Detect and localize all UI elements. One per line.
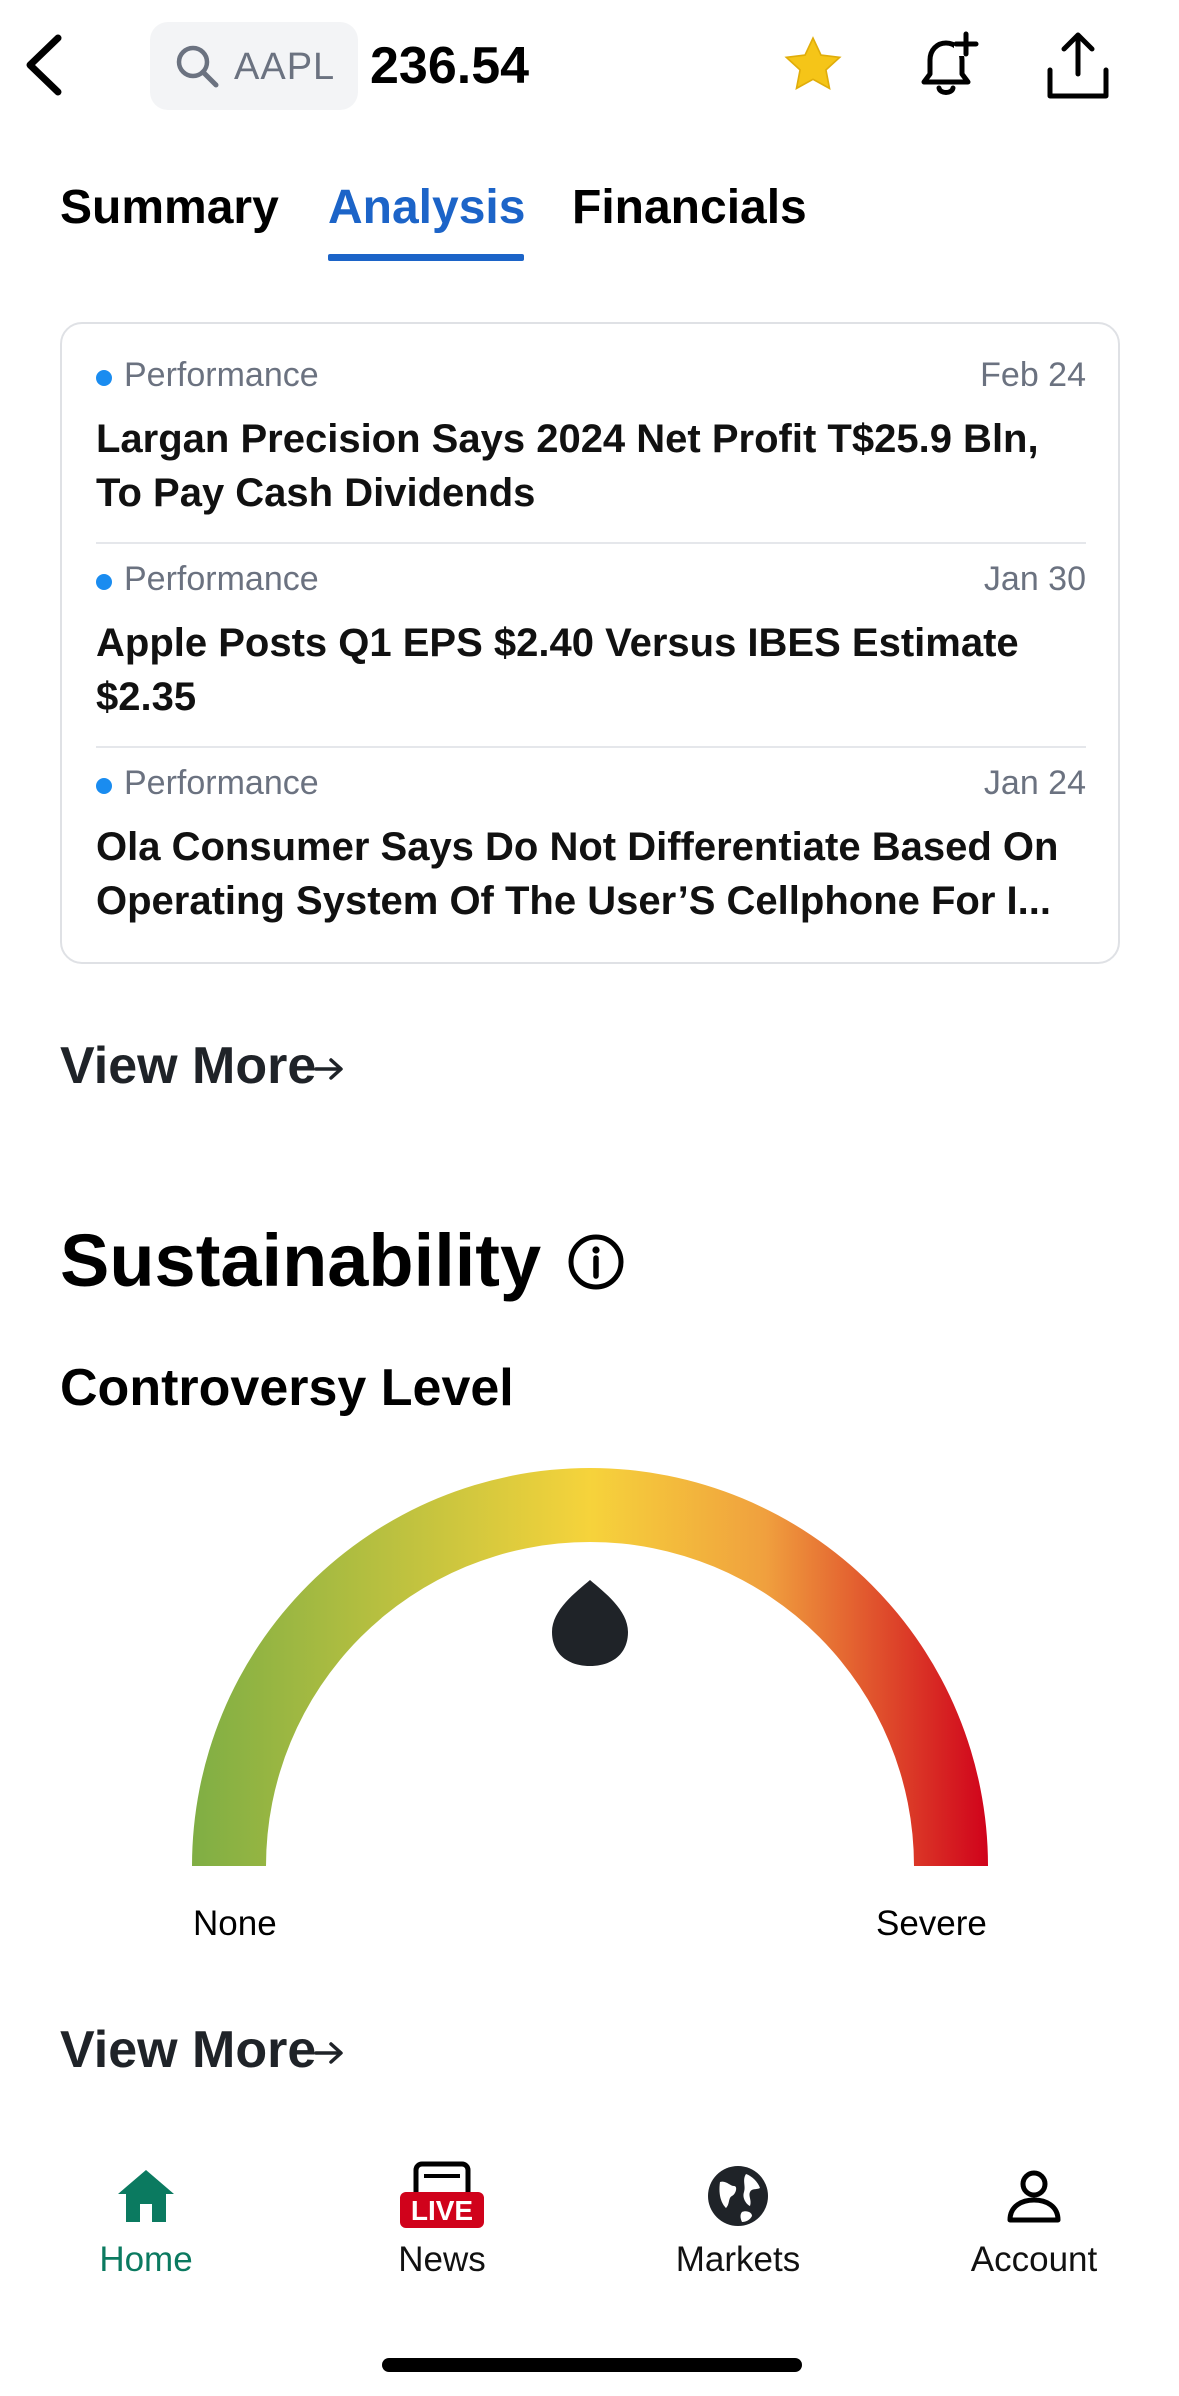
controversy-gauge	[192, 1468, 988, 1866]
add-alert-button[interactable]	[908, 28, 984, 109]
share-button[interactable]	[1040, 28, 1116, 109]
category-dot	[96, 778, 112, 794]
divider	[96, 746, 1086, 748]
nav-news[interactable]: LIVE News	[342, 2150, 542, 2280]
view-more-sustainability-link[interactable]: View More	[60, 2020, 343, 2080]
share-icon	[1047, 32, 1109, 99]
sustainability-heading: Sustainability	[60, 1219, 542, 1302]
nav-label: Home	[99, 2240, 193, 2279]
news-item[interactable]: Performance Feb 24 Largan Precision Says…	[96, 356, 1086, 520]
add-alert-bell-icon	[921, 31, 979, 95]
watchlist-star-button[interactable]	[780, 32, 846, 103]
news-title: Ola Consumer Says Do Not Differentiate B…	[96, 825, 1059, 923]
live-badge-text: LIVE	[411, 2195, 473, 2226]
category-dot	[96, 370, 112, 386]
home-icon	[118, 2170, 174, 2222]
search-icon	[176, 45, 219, 88]
news-item[interactable]: Performance Jan 30 Apple Posts Q1 EPS $2…	[96, 560, 1086, 724]
news-category: Performance	[124, 560, 319, 598]
news-date: Feb 24	[980, 356, 1086, 394]
back-chevron-icon	[26, 34, 62, 96]
bottom-nav: Home LIVE News Markets Account	[0, 2150, 1179, 2310]
arrow-right-icon	[314, 1058, 343, 1080]
news-category: Performance	[124, 356, 319, 394]
view-more-label: View More	[60, 1037, 317, 1095]
back-button[interactable]	[20, 30, 70, 100]
account-icon	[1007, 2170, 1061, 2223]
top-bar: AAPL 236.54	[0, 0, 1179, 140]
news-date: Jan 30	[983, 560, 1086, 598]
tab-analysis[interactable]: Analysis	[328, 180, 525, 235]
tab-financials[interactable]: Financials	[572, 180, 807, 235]
controversy-level-heading: Controversy Level	[60, 1359, 514, 1417]
news-card: Performance Feb 24 Largan Precision Says…	[60, 322, 1120, 964]
news-date: Jan 24	[983, 764, 1086, 802]
nav-label: Account	[970, 2240, 1098, 2279]
view-more-label: View More	[60, 2021, 317, 2079]
stock-price: 236.54	[370, 37, 530, 95]
info-icon[interactable]	[566, 1232, 626, 1292]
home-indicator	[382, 2358, 802, 2372]
news-category: Performance	[124, 764, 319, 802]
news-item[interactable]: Performance Jan 24 Ola Consumer Says Do …	[96, 764, 1086, 928]
news-title: Apple Posts Q1 EPS $2.40 Versus IBES Est…	[96, 621, 1019, 719]
nav-label: Markets	[675, 2240, 801, 2279]
view-more-news-link[interactable]: View More	[60, 1036, 343, 1096]
active-tab-indicator	[328, 254, 524, 261]
gauge-arc	[192, 1468, 988, 1866]
news-title: Largan Precision Says 2024 Net Profit T$…	[96, 417, 1039, 515]
arrow-right-icon	[314, 2042, 343, 2064]
gauge-needle	[552, 1580, 628, 1666]
nav-home[interactable]: Home	[46, 2150, 246, 2280]
nav-label: News	[398, 2240, 486, 2279]
globe-icon	[708, 2166, 768, 2226]
nav-account[interactable]: Account	[934, 2150, 1134, 2280]
gauge-max-label: Severe	[876, 1904, 987, 1943]
search-symbol: AAPL	[234, 46, 336, 88]
star-icon	[784, 36, 842, 90]
tab-summary[interactable]: Summary	[60, 180, 279, 235]
gauge-min-label: None	[193, 1904, 277, 1943]
category-dot	[96, 574, 112, 590]
symbol-search-field[interactable]: AAPL	[150, 22, 358, 110]
nav-markets[interactable]: Markets	[638, 2150, 838, 2280]
divider	[96, 542, 1086, 544]
live-news-icon: LIVE	[400, 2161, 484, 2228]
